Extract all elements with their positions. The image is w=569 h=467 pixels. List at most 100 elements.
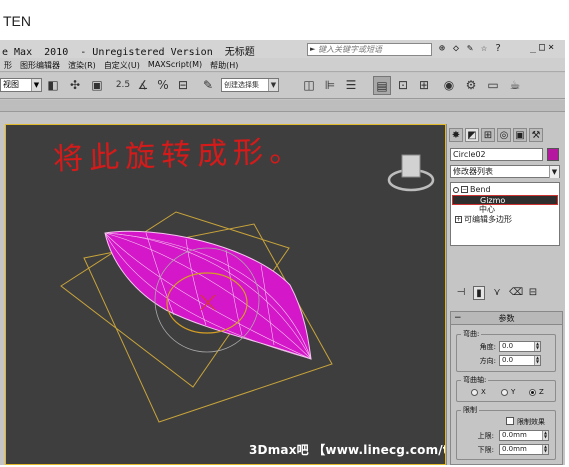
search-input[interactable]: ► 键入关键字或短语 (307, 43, 432, 56)
motion-tab-icon[interactable]: ◎ (497, 128, 511, 142)
angle-label: 角度: (479, 343, 496, 351)
pin-stack-icon[interactable]: ⊣ (455, 286, 467, 300)
spinner-arrows-icon[interactable]: ▲ ▼ (534, 342, 540, 351)
stack-item-center[interactable]: 中心 (479, 205, 495, 215)
search-placeholder: 键入关键字或短语 (318, 45, 382, 54)
bent-mesh (104, 230, 312, 360)
modifier-list-dropdown[interactable]: 修改器列表 ▼ (450, 165, 560, 178)
search-arrow-icon: ► (310, 45, 316, 53)
spinner-arrows-icon[interactable]: ▲ ▼ (542, 445, 548, 454)
object-name-field[interactable]: Circle02 (450, 148, 543, 161)
axis-y-radio[interactable] (501, 389, 508, 396)
menu-bar: 形 图形编辑器 渲染(R) 自定义(U) MAXScript(M) 帮助(H) (0, 58, 565, 72)
subscription-icon[interactable]: ✎ (464, 42, 476, 55)
snap-toggle-icon[interactable]: 2.5 (114, 76, 132, 95)
render-teapot-icon[interactable]: ☕ (506, 76, 524, 95)
angle-snap-icon[interactable]: ∡ (134, 76, 152, 95)
align-icon[interactable]: ⊫ (321, 76, 339, 95)
direction-label: 方向: (479, 357, 496, 365)
schematic-view-icon[interactable]: ⊞ (415, 76, 433, 95)
perspective-viewport[interactable]: 将此旋转成形。 3Dmax吧 【www.linecg.com/tieba/177… (5, 124, 446, 465)
stack-item-bend[interactable]: − Bend (453, 185, 491, 195)
menu-item-maxscript[interactable]: MAXScript(M) (144, 58, 206, 71)
chevron-down-icon: ▼ (549, 166, 559, 178)
window-title: e Max 2010 - Unregistered Version 无标题 (2, 47, 255, 58)
lower-limit-spinner[interactable]: 0.0mm ▲ ▼ (499, 444, 549, 455)
modify-tab-icon[interactable]: ◩ (465, 128, 479, 142)
page-label: TEN (3, 13, 31, 29)
pivot-center-icon[interactable]: ◧ (44, 76, 62, 95)
chevron-down-icon: ▼ (268, 79, 278, 91)
select-and-manipulate-icon[interactable]: ✣ (66, 76, 84, 95)
menu-item-customize[interactable]: 自定义(U) (100, 58, 144, 71)
graphite-ribbon-icon[interactable]: ▤ (373, 76, 391, 95)
minimize-button[interactable]: _ (530, 42, 536, 53)
reference-coord-value: 视图 (3, 80, 19, 89)
render-setup-icon[interactable]: ⚙ (462, 76, 480, 95)
watermark: 3Dmax吧 【www.linecg.com/tieba/1771】 (249, 443, 445, 457)
edit-named-selection-icon[interactable]: ✎ (199, 76, 217, 95)
axis-z-radio[interactable] (529, 389, 536, 396)
spinner-arrows-icon[interactable]: ▲ ▼ (534, 356, 540, 365)
rollout-header[interactable]: − 参数 (451, 312, 562, 325)
help-icon[interactable]: ? (492, 42, 504, 55)
bend-axis-group: 弯曲轴: X Y Z (456, 375, 556, 402)
modifier-stack: − Bend Gizmo 中心 + 可编辑多边形 (450, 182, 560, 246)
title-bar: e Max 2010 - Unregistered Version 无标题 ► … (0, 40, 565, 58)
reference-coord-dropdown[interactable]: 视图 ▼ (0, 78, 42, 92)
lightbulb-icon[interactable] (453, 186, 459, 193)
create-tab-icon[interactable]: ✸ (449, 128, 463, 142)
object-color-swatch[interactable] (547, 148, 559, 161)
curve-editor-icon[interactable]: ⊡ (394, 76, 412, 95)
configure-modifier-sets-icon[interactable]: ⊟ (527, 286, 539, 300)
make-unique-icon[interactable]: ⋎ (491, 286, 503, 300)
menu-item-graph-editors[interactable]: 图形编辑器 (16, 58, 64, 71)
binoculars-icon[interactable]: ⊕ (436, 42, 448, 55)
named-selection-value: 创建选择集 (224, 81, 259, 89)
ribbon-strip (0, 100, 565, 112)
app-window: e Max 2010 - Unregistered Version 无标题 ► … (0, 40, 565, 465)
main-toolbar: 视图 ▼ ◧ ✣ ▣ 2.5 ∡ % ⊟ ✎ 创建选择集 ▼ ◫ ⊫ ☰ ▤ ⊡… (0, 73, 565, 99)
spinner-arrows-icon[interactable]: ▲ ▼ (542, 431, 548, 440)
axis-x-radio[interactable] (471, 389, 478, 396)
percent-snap-icon[interactable]: % (154, 76, 172, 95)
limit-effect-checkbox[interactable] (506, 417, 514, 425)
show-end-result-icon[interactable]: ▮ (473, 286, 485, 300)
limits-group: 限制 限制效果 上限: 0.0mm ▲ ▼ 下限: 0.0mm ▲ ▼ (456, 405, 556, 460)
keyboard-shortcut-icon[interactable]: ▣ (88, 76, 106, 95)
modifier-list-label: 修改器列表 (453, 167, 493, 176)
expand-icon[interactable]: + (455, 216, 462, 223)
close-button[interactable]: × (548, 42, 554, 53)
restore-button[interactable]: □ (539, 42, 545, 53)
lower-limit-label: 下限: (477, 446, 494, 454)
spinner-snap-icon[interactable]: ⊟ (174, 76, 192, 95)
bend-group: 弯曲: 角度: 0.0 ▲ ▼ 方向: 0.0 ▲ ▼ (456, 329, 556, 372)
utilities-tab-icon[interactable]: ⚒ (529, 128, 543, 142)
collapse-icon[interactable]: − (461, 186, 468, 193)
named-selection-dropdown[interactable]: 创建选择集 ▼ (221, 78, 279, 92)
direction-spinner[interactable]: 0.0 ▲ ▼ (499, 355, 541, 366)
stack-item-gizmo[interactable]: Gizmo (452, 195, 558, 205)
menu-item-help[interactable]: 帮助(H) (206, 58, 242, 71)
handwritten-annotation: 将此旋转成形。 (52, 133, 306, 178)
mirror-icon[interactable]: ◫ (300, 76, 318, 95)
infocenter-icon[interactable]: ◇ (450, 42, 462, 55)
angle-spinner[interactable]: 0.0 ▲ ▼ (499, 341, 541, 352)
upper-limit-spinner[interactable]: 0.0mm ▲ ▼ (499, 430, 549, 441)
menu-item-rendering[interactable]: 渲染(R) (64, 58, 100, 71)
favorites-star-icon[interactable]: ☆ (478, 42, 490, 55)
chevron-down-icon: ▼ (31, 79, 41, 91)
material-editor-icon[interactable]: ◉ (440, 76, 458, 95)
display-tab-icon[interactable]: ▣ (513, 128, 527, 142)
viewcube (401, 154, 421, 178)
layer-manager-icon[interactable]: ☰ (342, 76, 360, 95)
collapse-icon: − (454, 313, 462, 323)
hierarchy-tab-icon[interactable]: ⊞ (481, 128, 495, 142)
menu-item-modifiers[interactable]: 形 (0, 58, 16, 71)
rendered-frame-window-icon[interactable]: ▭ (484, 76, 502, 95)
command-panel: ✸ ◩ ⊞ ◎ ▣ ⚒ Circle02 修改器列表 ▼ − Bend Gizmo… (446, 124, 565, 465)
parameters-rollout: − 参数 弯曲: 角度: 0.0 ▲ ▼ 方向: 0.0 ▲ ▼ 弯曲轴: X … (450, 311, 563, 465)
remove-modifier-icon[interactable]: ⌫ (509, 286, 523, 300)
limit-effect-label: 限制效果 (517, 418, 545, 426)
stack-item-editable-poly[interactable]: + 可编辑多边形 (455, 215, 512, 225)
